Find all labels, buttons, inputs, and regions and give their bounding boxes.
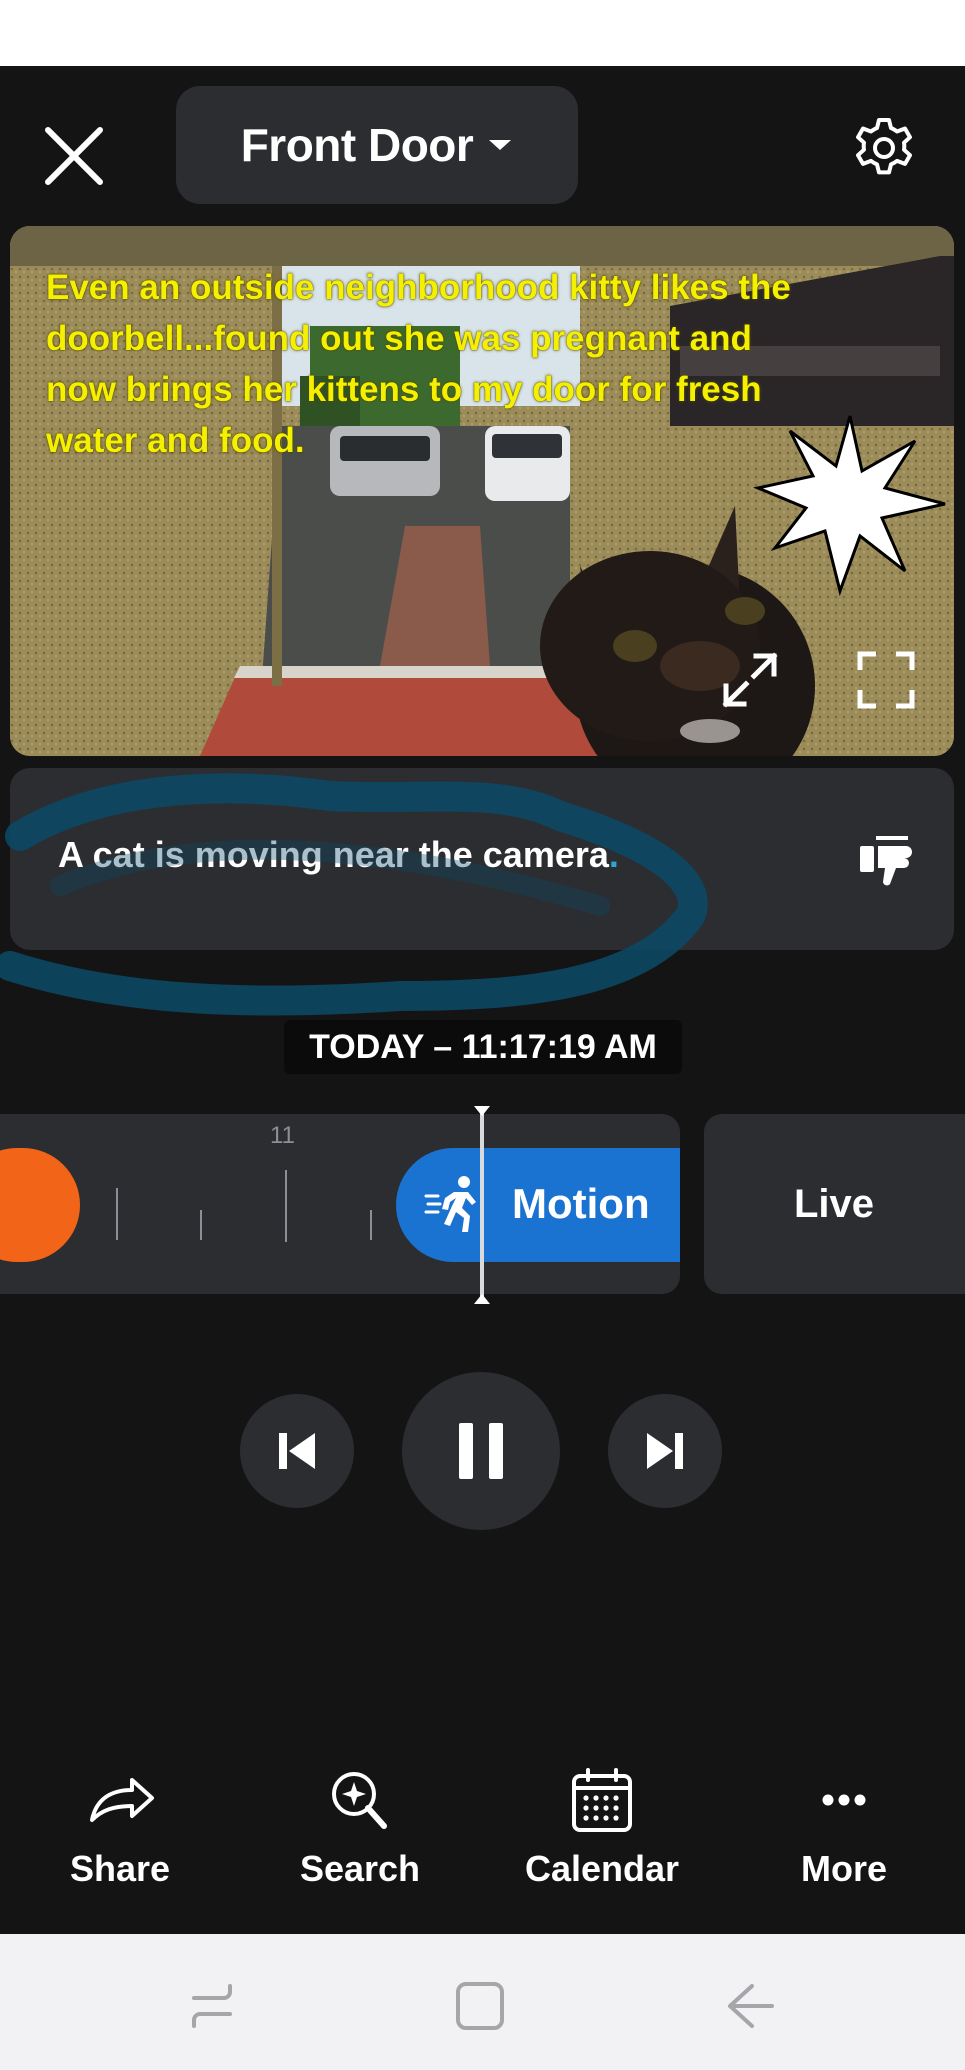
timeline-tick bbox=[116, 1188, 118, 1240]
previous-event-button[interactable] bbox=[240, 1394, 354, 1508]
home-icon[interactable] bbox=[452, 1978, 508, 2034]
pause-icon bbox=[459, 1423, 503, 1479]
skip-next-icon bbox=[647, 1433, 683, 1469]
recent-apps-icon[interactable] bbox=[184, 1978, 240, 2034]
timestamp-label: TODAY – 11:17:19 AM bbox=[284, 1020, 682, 1074]
close-button[interactable] bbox=[34, 116, 114, 196]
skip-previous-icon bbox=[279, 1433, 315, 1469]
search-sparkle-icon bbox=[332, 1772, 387, 1829]
calendar-icon bbox=[572, 1768, 632, 1832]
system-navigation-bar bbox=[0, 1934, 965, 2070]
event-description-text: A cat is moving near the camera bbox=[58, 834, 609, 875]
more-icon bbox=[822, 1794, 866, 1806]
caret-down-icon bbox=[489, 140, 512, 150]
video-caption: Even an outside neighborhood kitty likes… bbox=[46, 268, 791, 460]
fullscreen-button[interactable] bbox=[852, 646, 920, 714]
calendar-label: Calendar bbox=[524, 1848, 680, 1889]
timeline-playhead[interactable] bbox=[480, 1110, 484, 1302]
playhead-top-marker bbox=[474, 1106, 490, 1116]
close-icon bbox=[45, 127, 103, 185]
next-event-button[interactable] bbox=[608, 1394, 722, 1508]
playhead-bottom-marker bbox=[474, 1294, 490, 1304]
fullscreen-icon bbox=[857, 651, 915, 709]
back-icon[interactable] bbox=[722, 1978, 778, 2034]
more-action[interactable]: More bbox=[744, 1766, 944, 1906]
motion-event-label: Motion bbox=[512, 1180, 650, 1227]
timeline-hour-label: 11 bbox=[270, 1122, 295, 1149]
camera-event-screen: Front Door Even an outside neighborhood … bbox=[0, 66, 965, 1934]
share-action[interactable]: Share bbox=[20, 1766, 220, 1906]
settings-button[interactable] bbox=[850, 114, 918, 182]
timeline-tick bbox=[200, 1210, 202, 1240]
expand-icon bbox=[722, 652, 778, 708]
video-player[interactable]: Even an outside neighborhood kitty likes… bbox=[10, 226, 954, 756]
device-name: Front Door bbox=[240, 119, 474, 171]
event-description: A cat is moving near the camera. bbox=[58, 834, 619, 876]
timeline-tick bbox=[285, 1170, 287, 1242]
pause-button[interactable] bbox=[402, 1372, 560, 1530]
timeline-event-orange[interactable] bbox=[0, 1148, 80, 1262]
share-icon bbox=[90, 1778, 154, 1822]
event-timeline[interactable]: 11 Motion bbox=[0, 1114, 680, 1294]
motion-running-icon bbox=[424, 1176, 476, 1232]
device-selector[interactable]: Front Door bbox=[176, 86, 578, 204]
thumbs-down-icon bbox=[860, 836, 912, 886]
calendar-action[interactable]: Calendar bbox=[502, 1766, 702, 1906]
live-button[interactable]: Live bbox=[704, 1114, 965, 1294]
motion-event[interactable]: Motion bbox=[396, 1148, 680, 1262]
feedback-button[interactable] bbox=[856, 828, 920, 892]
share-label: Share bbox=[69, 1848, 171, 1889]
search-action[interactable]: Search bbox=[260, 1766, 460, 1906]
event-description-punctuation: . bbox=[608, 834, 619, 875]
more-label: More bbox=[800, 1848, 887, 1889]
search-label: Search bbox=[299, 1848, 421, 1889]
timeline-tick bbox=[370, 1210, 372, 1240]
expand-button[interactable] bbox=[716, 646, 784, 714]
gear-icon bbox=[856, 118, 912, 175]
event-description-card: A cat is moving near the camera. bbox=[10, 768, 954, 950]
